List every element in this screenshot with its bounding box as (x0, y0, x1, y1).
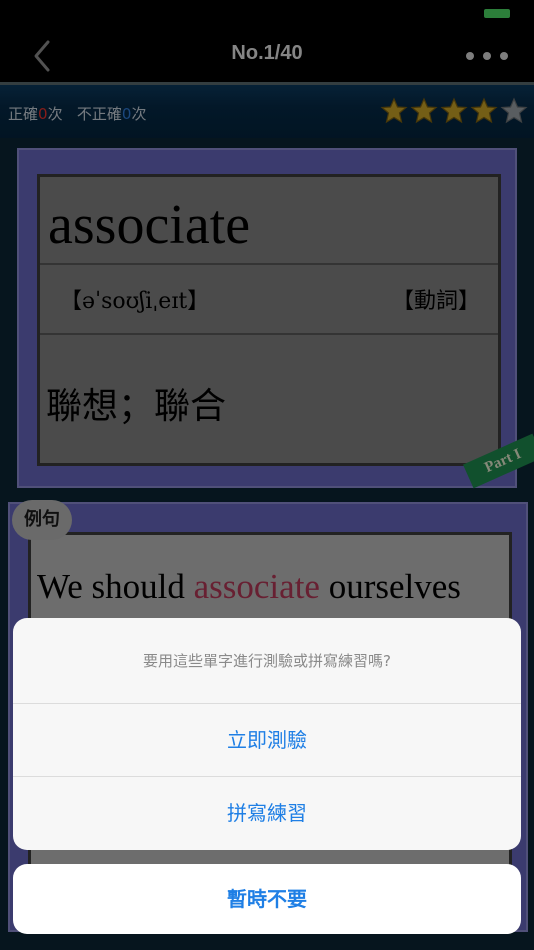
not-now-button[interactable]: 暫時不要 (13, 864, 521, 934)
quiz-now-button[interactable]: 立即測驗 (13, 704, 521, 777)
spelling-practice-button[interactable]: 拼寫練習 (13, 777, 521, 850)
action-sheet: 要用這些單字進行測驗或拼寫練習嗎? 立即測驗 拼寫練習 (13, 618, 521, 850)
action-sheet-message: 要用這些單字進行測驗或拼寫練習嗎? (13, 618, 521, 704)
